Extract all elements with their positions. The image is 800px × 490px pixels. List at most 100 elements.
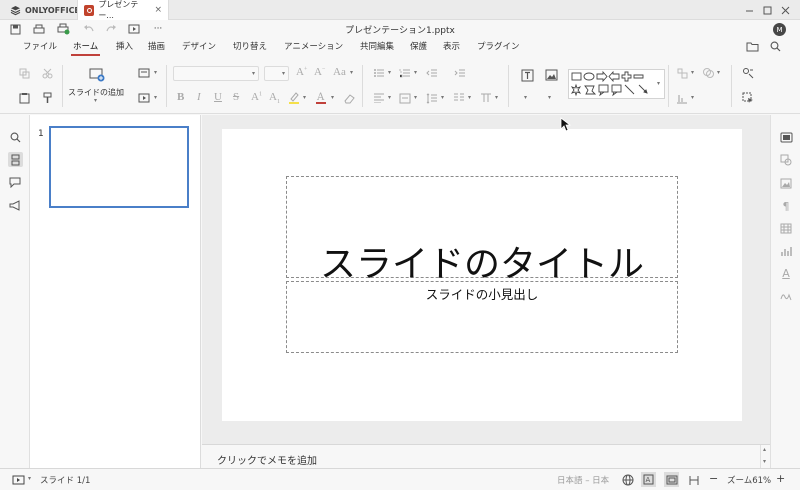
font-color-button[interactable]: A	[314, 90, 328, 104]
user-avatar[interactable]: M	[773, 23, 786, 36]
title-placeholder[interactable]: スライドのタイトル	[286, 176, 678, 285]
group-dropdown-icon[interactable]: ▾	[717, 69, 720, 76]
bold-icon[interactable]: B	[177, 91, 184, 103]
shape-gallery-expand-icon[interactable]: ▾	[657, 80, 660, 87]
reset-slide-dropdown-icon[interactable]: ▾	[154, 94, 157, 101]
arrange-dropdown-icon[interactable]: ▾	[691, 69, 694, 76]
slideshow-status-button[interactable]	[11, 473, 25, 487]
replace-button[interactable]	[741, 66, 755, 80]
tab-transitions[interactable]: 切り替え	[233, 40, 267, 52]
clear-style-button[interactable]	[342, 91, 356, 105]
scroll-up-icon[interactable]: ▴	[763, 446, 766, 453]
tab-file[interactable]: ファイル	[23, 40, 57, 52]
align-left-button[interactable]	[372, 91, 386, 105]
fit-slide-button[interactable]	[664, 472, 679, 487]
numbering-dropdown-icon[interactable]: ▾	[414, 69, 417, 76]
paste-button[interactable]	[17, 91, 31, 105]
minimize-button[interactable]	[741, 2, 757, 18]
text-box-dropdown-icon[interactable]: ▾	[524, 94, 527, 101]
slide[interactable]: スライドのタイトル スライドの小見出し	[222, 129, 742, 421]
underline-icon[interactable]: U	[214, 91, 222, 103]
numbering-button[interactable]	[398, 66, 412, 80]
font-size-select[interactable]: ▾	[264, 66, 289, 81]
slideshow-status-dropdown-icon[interactable]: ▾	[28, 475, 31, 482]
copy-button[interactable]	[17, 66, 31, 80]
text-art-settings-button[interactable]: A	[779, 266, 793, 280]
highlight-dropdown-icon[interactable]: ▾	[303, 94, 306, 101]
close-window-button[interactable]	[777, 2, 793, 18]
shape-settings-button[interactable]	[779, 153, 793, 167]
slide-settings-button[interactable]	[779, 130, 793, 144]
paragraph-dropdown-icon[interactable]: ▾	[495, 94, 498, 101]
increase-font-icon[interactable]: A+	[296, 66, 307, 78]
group-button[interactable]	[701, 66, 715, 80]
change-case-icon[interactable]: Aa	[333, 66, 346, 78]
zoom-in-button[interactable]: +	[776, 472, 785, 485]
table-settings-button[interactable]	[779, 221, 793, 235]
paragraph-settings-button[interactable]	[479, 91, 493, 105]
add-slide-dropdown-icon[interactable]: ▾	[94, 97, 97, 104]
tab-animation[interactable]: アニメーション	[284, 40, 343, 52]
highlight-color-button[interactable]	[287, 90, 301, 104]
maximize-button[interactable]	[759, 2, 775, 18]
spellcheck-button[interactable]: A	[641, 472, 656, 487]
layout-dropdown-icon[interactable]: ▾	[154, 69, 157, 76]
insert-image-button[interactable]	[544, 68, 558, 82]
app-tab[interactable]: ONLYOFFICE	[4, 0, 86, 20]
paragraph-settings-side-button[interactable]: ¶	[779, 199, 793, 213]
bullets-dropdown-icon[interactable]: ▾	[388, 69, 391, 76]
notes-pane[interactable]: クリックでメモを追加 ▴ ▾	[202, 444, 770, 469]
subtitle-placeholder[interactable]: スライドの小見出し	[286, 281, 678, 353]
slide-subtitle-text[interactable]: スライドの小見出し	[287, 284, 677, 303]
copy-style-button[interactable]	[40, 91, 54, 105]
align-shape-dropdown-icon[interactable]: ▾	[691, 94, 694, 101]
search-button[interactable]	[767, 39, 783, 53]
add-slide-button[interactable]	[89, 66, 105, 82]
italic-icon[interactable]: I	[197, 91, 201, 103]
arrange-shape-button[interactable]	[675, 66, 689, 80]
font-name-select[interactable]: ▾	[173, 66, 259, 81]
left-search-button[interactable]	[8, 130, 22, 144]
shape-gallery[interactable]	[568, 69, 665, 99]
increase-indent-button[interactable]	[453, 66, 467, 80]
vertical-align-dropdown-icon[interactable]: ▾	[414, 94, 417, 101]
spellcheck-language-button[interactable]	[621, 473, 635, 487]
subscript-icon[interactable]: A1	[269, 91, 280, 105]
font-color-dropdown-icon[interactable]: ▾	[331, 94, 334, 101]
font-name-dropdown-icon[interactable]: ▾	[252, 70, 255, 77]
chart-settings-button[interactable]	[779, 244, 793, 258]
change-layout-button[interactable]	[137, 66, 151, 80]
line-spacing-button[interactable]	[425, 91, 439, 105]
tab-plugins[interactable]: プラグイン	[477, 40, 520, 52]
superscript-icon[interactable]: A1	[251, 91, 262, 103]
slide-title-text[interactable]: スライドのタイトル	[287, 235, 677, 287]
scroll-down-icon[interactable]: ▾	[763, 458, 766, 465]
comments-button[interactable]	[8, 175, 22, 189]
close-tab-icon[interactable]: ×	[154, 5, 162, 15]
tab-insert[interactable]: 挿入	[116, 40, 133, 52]
zoom-out-button[interactable]: −	[709, 472, 718, 485]
slide-thumbnail[interactable]	[49, 126, 189, 208]
strikethrough-icon[interactable]: S	[233, 91, 239, 103]
language-selector[interactable]: 日本語 – 日本	[557, 474, 609, 486]
vertical-align-button[interactable]	[398, 91, 412, 105]
feedback-button[interactable]	[8, 198, 22, 212]
change-case-dropdown-icon[interactable]: ▾	[350, 69, 353, 76]
align-dropdown-icon[interactable]: ▾	[388, 94, 391, 101]
image-dropdown-icon[interactable]: ▾	[548, 94, 551, 101]
line-spacing-dropdown-icon[interactable]: ▾	[441, 94, 444, 101]
columns-dropdown-icon[interactable]: ▾	[468, 94, 471, 101]
tab-draw[interactable]: 描画	[148, 40, 165, 52]
reset-slide-button[interactable]	[137, 91, 151, 105]
notes-scrollbar[interactable]: ▴ ▾	[760, 445, 770, 469]
bullets-button[interactable]	[372, 66, 386, 80]
insert-text-box-button[interactable]	[520, 68, 534, 82]
fit-width-button[interactable]	[687, 473, 701, 487]
columns-button[interactable]	[452, 91, 466, 105]
cut-button[interactable]	[40, 66, 54, 80]
thumbnails-button[interactable]	[8, 152, 23, 167]
tab-collaboration[interactable]: 共同編集	[360, 40, 394, 52]
tab-home[interactable]: ホーム	[70, 40, 101, 56]
zoom-level[interactable]: ズーム61%	[727, 474, 771, 486]
font-size-dropdown-icon[interactable]: ▾	[282, 70, 285, 77]
